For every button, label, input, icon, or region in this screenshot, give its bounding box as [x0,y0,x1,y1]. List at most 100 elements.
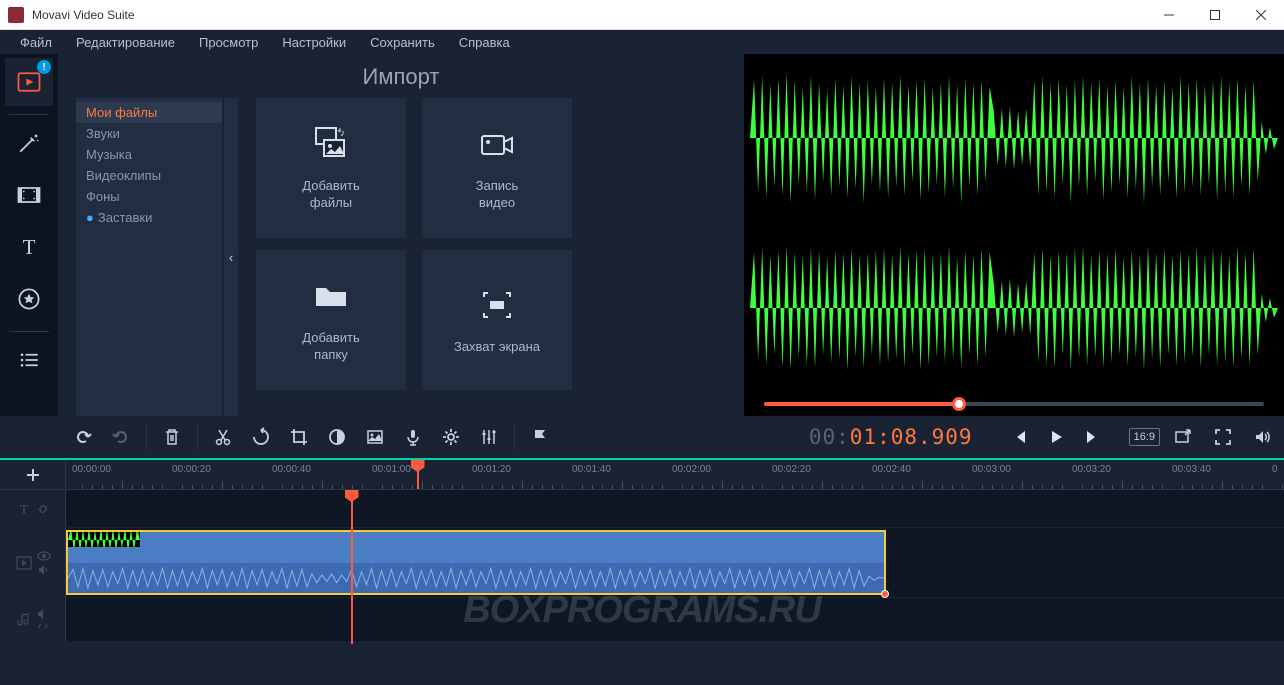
svg-text:T: T [19,503,28,517]
image-button[interactable] [358,420,392,454]
tile-capture-screen[interactable]: Захват экрана [422,250,572,390]
track-titles-head[interactable]: T [0,490,66,527]
crop-button[interactable] [282,420,316,454]
category-intros-label: Заставки [98,210,152,225]
popout-button[interactable] [1166,420,1200,454]
tool-import[interactable]: ! [5,58,53,106]
timecode-display: 00:01:08.909 [793,425,989,449]
link-icon [36,502,50,516]
scrub-knob[interactable] [952,397,966,411]
category-backgrounds[interactable]: Фоны [76,186,222,207]
track-video [0,528,1284,598]
ruler-tick: 00:01:00 [372,464,411,475]
text-icon: T [16,501,32,517]
waveform-channel-left [750,56,1278,220]
minimize-button[interactable] [1146,0,1192,30]
menu-settings[interactable]: Настройки [270,32,358,53]
menu-help[interactable]: Справка [447,32,522,53]
svg-text:♪: ♪ [340,128,345,139]
mic-button[interactable] [396,420,430,454]
tile-add-folder[interactable]: Добавить папку [256,250,406,390]
cut-button[interactable] [206,420,240,454]
capture-icon [476,285,518,327]
tool-stickers[interactable] [5,275,53,323]
fullscreen-button[interactable] [1206,420,1240,454]
ruler-tick: 00:00:20 [172,464,211,475]
undo-button[interactable] [66,420,100,454]
clip-handle[interactable] [881,590,889,598]
category-sounds[interactable]: Звуки [76,123,222,144]
ruler-tick: 00:01:40 [572,464,611,475]
track-audio-head[interactable] [0,598,66,641]
editor-toolbar: 00:01:08.909 16:9 [0,416,1284,458]
window-title: Movavi Video Suite [32,8,1146,22]
prev-button[interactable] [1003,420,1037,454]
settings-button[interactable] [434,420,468,454]
category-music[interactable]: Музыка [76,144,222,165]
tile-capture-screen-label: Захват экрана [454,339,540,356]
timeline: 00:00:0000:00:2000:00:4000:01:0000:01:20… [0,458,1284,642]
category-intros[interactable]: ●Заставки [76,207,222,228]
speaker-icon [37,564,51,576]
equalizer-button[interactable] [472,420,506,454]
speaker-icon [36,609,50,619]
category-list: Мои файлы Звуки Музыка Видеоклипы Фоны ●… [76,98,222,416]
titlebar: Movavi Video Suite [0,0,1284,30]
marker-button[interactable] [523,420,557,454]
category-videoclips[interactable]: Видеоклипы [76,165,222,186]
track-audio [0,598,1284,642]
tool-titles[interactable]: T [5,223,53,271]
category-my-files[interactable]: Мои файлы [76,102,222,123]
tool-transitions[interactable] [5,171,53,219]
link-icon [36,621,50,631]
menu-view[interactable]: Просмотр [187,32,270,53]
preview-panel [744,54,1284,416]
track-video-head[interactable] [0,528,66,597]
video-clip[interactable] [66,530,886,595]
add-track-button[interactable] [0,460,66,489]
maximize-button[interactable] [1192,0,1238,30]
close-button[interactable] [1238,0,1284,30]
eye-icon [37,550,51,562]
camera-icon [476,124,518,166]
ruler-tick: 00:03:00 [972,464,1011,475]
delete-button[interactable] [155,420,189,454]
music-icon [16,612,32,628]
redo-button[interactable] [104,420,138,454]
collapse-handle[interactable]: ‹ [224,98,238,416]
tile-record-video[interactable]: Запись видео [422,98,572,238]
track-titles: T [0,490,1284,528]
menu-save[interactable]: Сохранить [358,32,447,53]
tool-effects[interactable] [5,119,53,167]
app-icon [8,7,24,23]
menu-file[interactable]: Файл [8,32,64,53]
tile-add-files[interactable]: ♪ Добавить файлы [256,98,406,238]
clip-audio-waveform [68,563,884,594]
folder-icon [310,276,352,318]
aspect-ratio-button[interactable]: 16:9 [1129,428,1160,446]
menubar: Файл Редактирование Просмотр Настройки С… [0,30,1284,54]
add-files-icon: ♪ [310,124,352,166]
waveform-channel-right [750,226,1278,390]
ruler-tick: 0 [1272,464,1278,475]
scrub-bar[interactable] [744,392,1284,416]
tile-add-folder-label: Добавить папку [302,330,359,364]
menu-edit[interactable]: Редактирование [64,32,187,53]
time-ruler[interactable]: 00:00:0000:00:2000:00:4000:01:0000:01:20… [66,460,1284,489]
ruler-tick: 00:02:00 [672,464,711,475]
ruler-tick: 00:02:20 [772,464,811,475]
tile-record-video-label: Запись видео [476,178,519,212]
color-button[interactable] [320,420,354,454]
rotate-button[interactable] [244,420,278,454]
play-button[interactable] [1039,420,1073,454]
tile-add-files-label: Добавить файлы [302,178,359,212]
ruler-tick: 00:03:20 [1072,464,1111,475]
ruler-tick: 00:02:40 [872,464,911,475]
next-button[interactable] [1075,420,1109,454]
tool-more[interactable] [5,336,53,384]
ruler-tick: 00:00:40 [272,464,311,475]
left-toolbar: ! T [0,54,58,416]
ruler-tick: 00:03:40 [1172,464,1211,475]
chevron-left-icon: ‹ [229,250,233,265]
volume-button[interactable] [1246,420,1280,454]
